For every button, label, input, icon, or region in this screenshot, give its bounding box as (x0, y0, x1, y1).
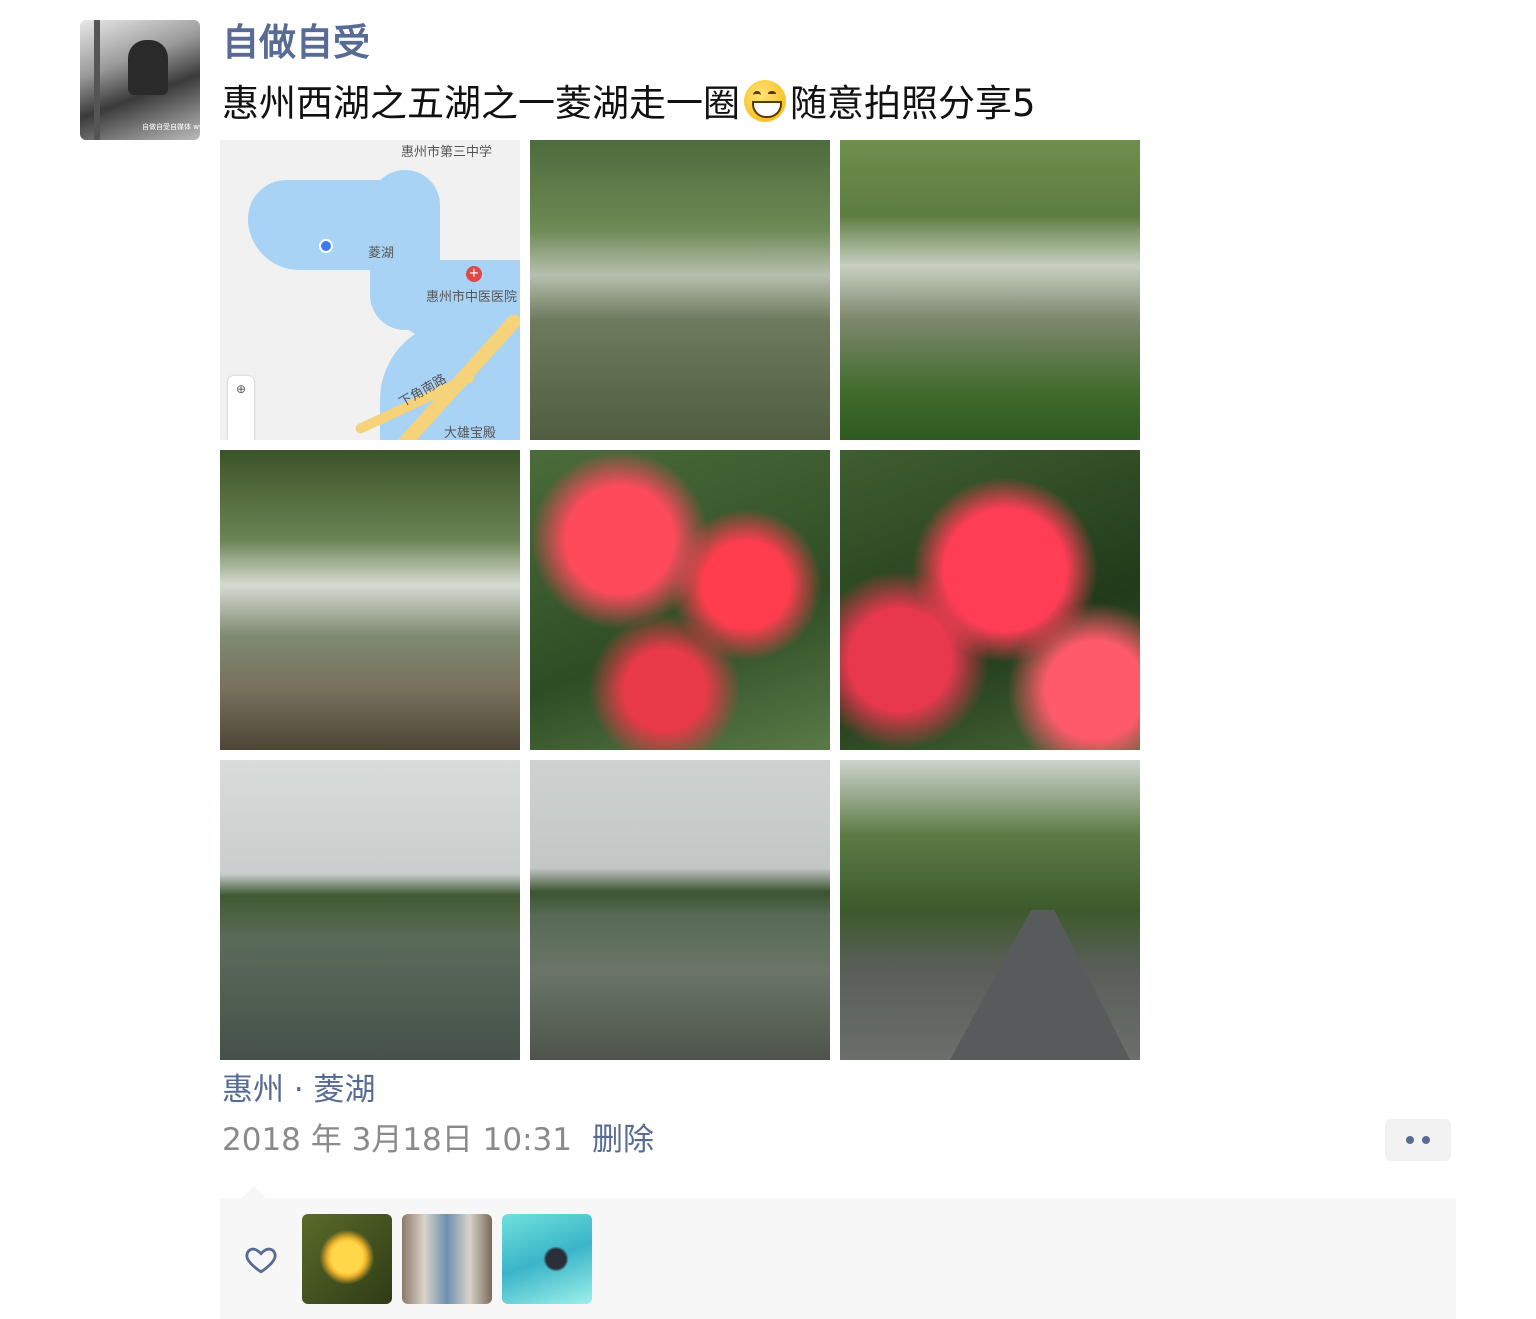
map-thumbnail[interactable]: 惠州市第三中学 菱湖 惠州市中医医院 下角南路 大雄宝殿 + ⊕ (220, 140, 520, 440)
timestamp: 2018 年 3月18日 10:31 (222, 1122, 572, 1158)
liker-avatar[interactable] (502, 1214, 592, 1304)
avatar-pole (94, 20, 100, 140)
photo-thumbnail[interactable] (840, 140, 1140, 440)
location-pin-icon (319, 239, 333, 253)
post-text-part1: 惠州西湖之五湖之一菱湖走一圈 (222, 82, 740, 125)
more-dot-icon (1422, 1136, 1430, 1144)
user-name[interactable]: 自做自受 (222, 18, 370, 68)
post-text: 惠州西湖之五湖之一菱湖走一圈 随意拍照分享5 (222, 78, 1036, 130)
delete-button[interactable]: 删除 (592, 1122, 654, 1158)
heart-icon (245, 1247, 277, 1274)
photo-grid: 惠州市第三中学 菱湖 惠州市中医医院 下角南路 大雄宝殿 + ⊕ (220, 140, 1140, 1060)
photo-thumbnail[interactable] (840, 450, 1140, 750)
photo-thumbnail[interactable] (530, 450, 830, 750)
location-link[interactable]: 惠州 · 菱湖 (222, 1068, 376, 1112)
map-label-hospital: 惠州市中医医院 (426, 290, 518, 305)
map-label-lake: 菱湖 (368, 246, 395, 261)
zoom-control[interactable]: ⊕ (228, 376, 254, 440)
path-shape (950, 910, 1130, 1060)
more-dot-icon (1406, 1136, 1414, 1144)
meta-row: 2018 年 3月18日 10:31 删除 (222, 1118, 654, 1162)
hospital-icon: + (466, 266, 482, 282)
liker-avatar[interactable] (302, 1214, 392, 1304)
photo-thumbnail[interactable] (220, 760, 520, 1060)
user-avatar[interactable]: 自做自受自媒体 www.easybright.com (80, 20, 200, 140)
zoom-icon: ⊕ (235, 382, 247, 396)
photo-thumbnail[interactable] (220, 450, 520, 750)
likes-panel (220, 1186, 1456, 1319)
post-text-part2: 随意拍照分享5 (790, 82, 1036, 125)
map-label-school: 惠州市第三中学 (401, 145, 493, 160)
photo-thumbnail[interactable] (840, 760, 1140, 1060)
more-options-button[interactable] (1385, 1119, 1451, 1161)
avatar-caption: 自做自受自媒体 www.easybright.com (142, 123, 200, 131)
photo-thumbnail[interactable] (530, 140, 830, 440)
grinning-face-emoji-icon (744, 80, 786, 122)
photo-thumbnail[interactable] (530, 760, 830, 1060)
liker-avatar[interactable] (402, 1214, 492, 1304)
map-label-temple: 大雄宝殿 (444, 426, 497, 440)
avatar-figure (128, 40, 168, 95)
